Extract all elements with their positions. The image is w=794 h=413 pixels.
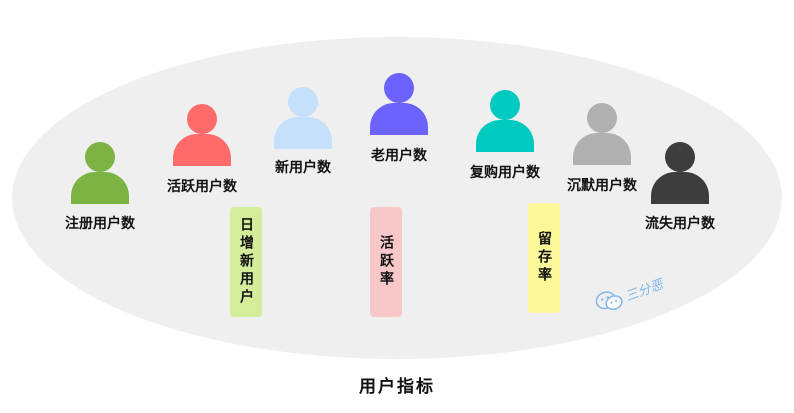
churned-user-icon	[650, 142, 710, 204]
registered-user-label: 注册用户数	[65, 216, 135, 232]
new-user-label: 新用户数	[275, 160, 331, 176]
churned-user-label: 流失用户数	[645, 216, 715, 232]
silent-user-label: 沉默用户数	[567, 178, 637, 194]
new-user-icon	[273, 87, 333, 149]
registered-user-icon	[70, 142, 130, 204]
active-rate-tag: 活跃率	[370, 207, 402, 317]
active-user-label: 活跃用户数	[167, 179, 237, 195]
repurchase-user-icon	[475, 90, 535, 152]
retention-rate-tag: 留存率	[528, 203, 560, 313]
diagram-title: 用户指标	[359, 377, 435, 397]
silent-user-icon	[572, 103, 632, 165]
active-user-icon	[172, 104, 232, 166]
old-user-label: 老用户数	[371, 148, 427, 164]
repurchase-user-label: 复购用户数	[470, 165, 540, 181]
daily-new-users-tag: 日增新用户	[230, 207, 262, 317]
old-user-icon	[369, 73, 429, 135]
